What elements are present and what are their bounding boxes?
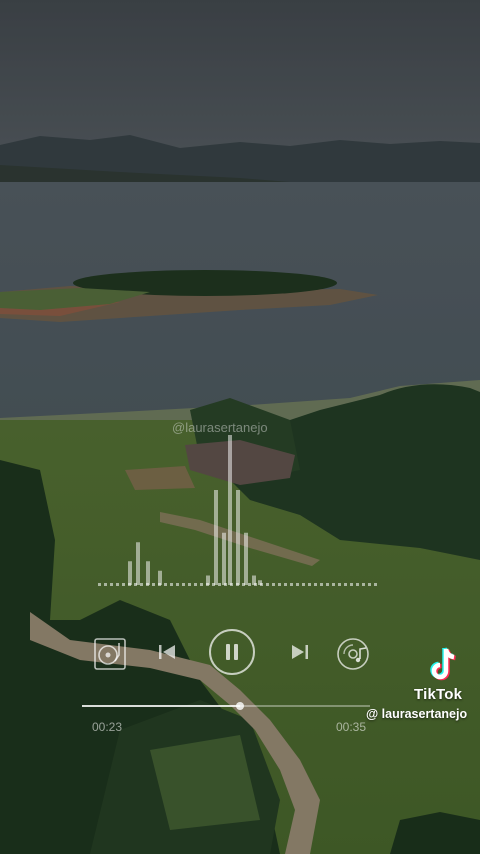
skip-next-icon — [292, 645, 308, 659]
progress-fill — [82, 705, 241, 707]
pause-button[interactable] — [209, 629, 255, 675]
music-disc-icon — [337, 638, 369, 670]
tiktok-logo-icon — [430, 647, 456, 681]
total-time: 00:35 — [336, 720, 367, 734]
previous-button[interactable] — [156, 641, 178, 663]
music-disc-button[interactable] — [335, 636, 371, 672]
turntable-icon — [94, 638, 126, 670]
tiktok-brand-name: TikTok — [414, 686, 463, 703]
current-time: 00:23 — [92, 720, 123, 734]
progress-bar[interactable] — [82, 702, 370, 710]
creator-username[interactable]: @ laurasertanejo — [366, 707, 467, 721]
skip-previous-icon — [159, 645, 175, 659]
next-button[interactable] — [289, 641, 311, 663]
turntable-button[interactable] — [92, 636, 128, 672]
music-player-controls: 00:23 00:35 — [0, 0, 480, 854]
progress-knob[interactable] — [236, 702, 245, 710]
pause-icon — [226, 644, 238, 660]
